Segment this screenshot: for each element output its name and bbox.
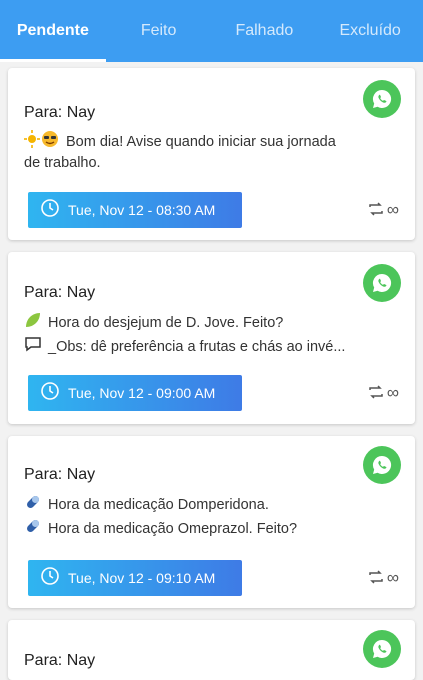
scheduled-message-card[interactable]: Para: Nay Hora da medicação Domperidona.…: [8, 436, 415, 608]
scheduled-message-card[interactable]: Para: Nay Bom dia! Avise quando iniciar …: [8, 68, 415, 240]
schedule-datetime-button[interactable]: Tue, Nov 12 - 09:10 AM: [28, 560, 242, 596]
whatsapp-icon[interactable]: [363, 446, 401, 484]
tab-feito[interactable]: Feito: [106, 0, 212, 62]
scheduled-message-card[interactable]: Para: Nay Hora do desjejum de D. Jove. F…: [8, 252, 415, 424]
repeat-infinite-label: ∞: [386, 200, 399, 219]
recipient-label: Para: Nay: [24, 652, 96, 669]
pill-icon: [24, 493, 42, 517]
message-line: Bom dia! Avise quando iniciar sua jornad…: [66, 133, 336, 150]
recipient-label: Para: Nay: [24, 104, 96, 121]
message-line: Hora do desjejum de D. Jove. Feito?: [48, 314, 284, 331]
message-line: _Obs: dê preferência a frutas e chás ao …: [48, 338, 346, 355]
repeat-infinite-label: ∞: [386, 383, 399, 402]
recipient-label: Para: Nay: [24, 466, 96, 483]
tab-falhado[interactable]: Falhado: [212, 0, 318, 62]
repeat-icon: [367, 201, 385, 220]
message-text: Hora do desjejum de D. Jove. Feito? _Obs…: [24, 311, 395, 359]
tab-bar: Pendente Feito Falhado Excluído: [0, 0, 423, 62]
clock-icon: [40, 566, 60, 591]
message-line: Hora da medicação Domperidona.: [48, 496, 269, 513]
recipient-label: Para: Nay: [24, 284, 96, 301]
clock-icon: [40, 381, 60, 406]
repeat-icon: [367, 384, 385, 403]
sun-emoji-icon: [24, 130, 60, 154]
repeat-indicator: ∞: [367, 568, 399, 588]
tab-excluido[interactable]: Excluído: [317, 0, 423, 62]
datetime-label: Tue, Nov 12 - 09:00 AM: [68, 385, 216, 401]
message-text: Bom dia! Avise quando iniciar sua jornad…: [24, 130, 395, 173]
pill-icon: [24, 517, 42, 541]
tab-pendente[interactable]: Pendente: [0, 0, 106, 62]
repeat-infinite-label: ∞: [386, 568, 399, 587]
whatsapp-icon[interactable]: [363, 630, 401, 668]
scheduled-message-card[interactable]: Para: Nay: [8, 620, 415, 680]
message-text: Hora da medicação Domperidona. Hora da m…: [24, 493, 395, 541]
datetime-label: Tue, Nov 12 - 09:10 AM: [68, 570, 216, 586]
clock-icon: [40, 198, 60, 223]
message-line: de trabalho.: [24, 155, 101, 171]
repeat-indicator: ∞: [367, 200, 399, 220]
speech-bubble-icon: [24, 335, 42, 359]
message-line: Hora da medicação Omeprazol. Feito?: [48, 520, 298, 537]
repeat-icon: [367, 569, 385, 588]
schedule-datetime-button[interactable]: Tue, Nov 12 - 08:30 AM: [28, 192, 242, 228]
leaf-icon: [24, 311, 42, 335]
whatsapp-icon[interactable]: [363, 264, 401, 302]
whatsapp-icon[interactable]: [363, 80, 401, 118]
schedule-datetime-button[interactable]: Tue, Nov 12 - 09:00 AM: [28, 375, 242, 411]
datetime-label: Tue, Nov 12 - 08:30 AM: [68, 202, 216, 218]
repeat-indicator: ∞: [367, 383, 399, 403]
